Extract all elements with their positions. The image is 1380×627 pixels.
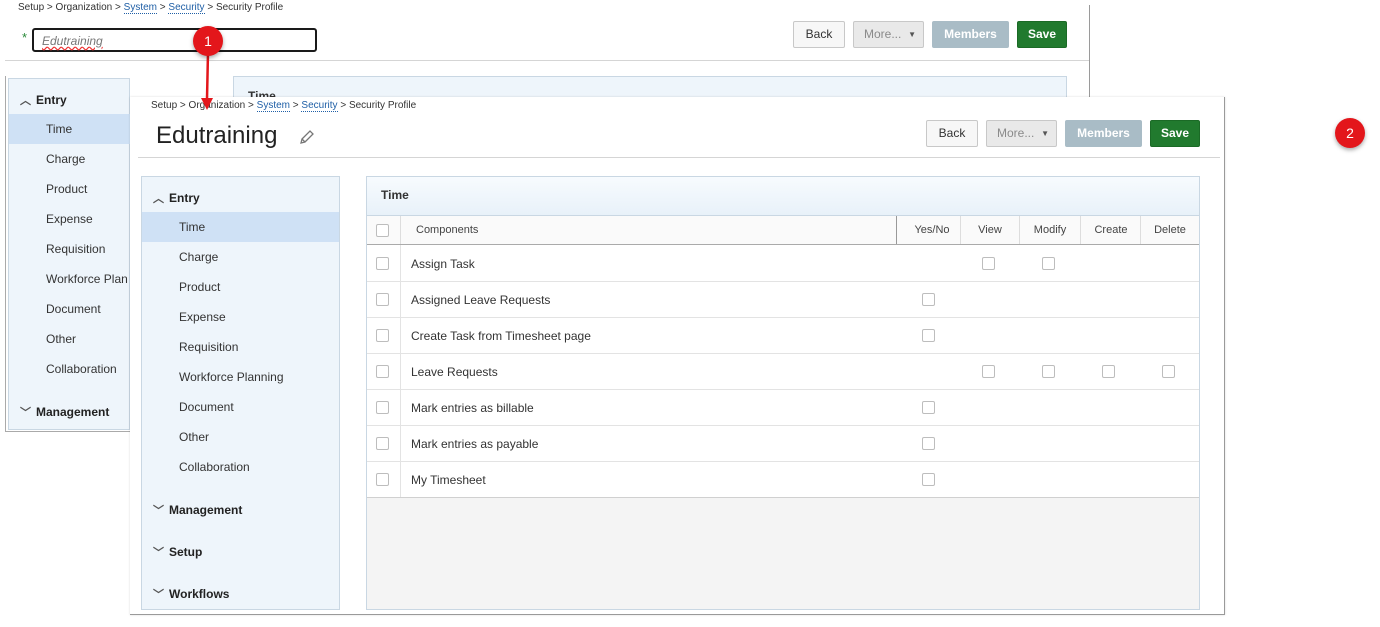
annotation-arrow bbox=[201, 51, 213, 110]
step-2-badge: 2 bbox=[1335, 118, 1365, 148]
step-1-badge: 1 bbox=[193, 26, 223, 56]
